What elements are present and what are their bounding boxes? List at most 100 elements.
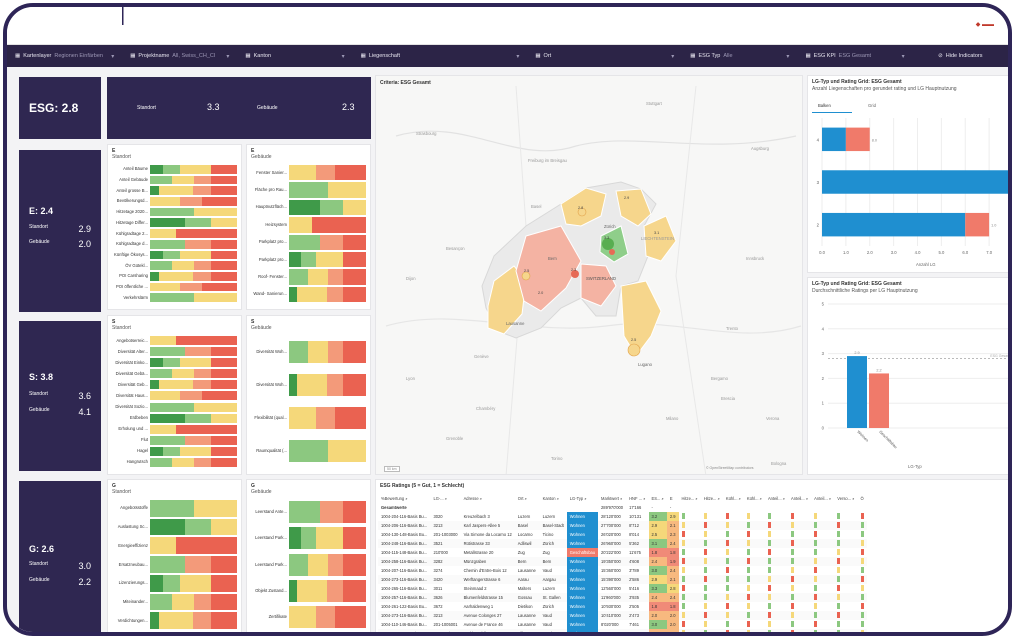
stacked-bar[interactable] <box>150 271 237 281</box>
stacked-bar[interactable] <box>289 340 366 363</box>
stacked-bar[interactable] <box>289 165 366 181</box>
column-header[interactable]: Anteil... ⌕ <box>788 494 811 503</box>
stacked-bar[interactable] <box>289 407 366 430</box>
stacked-bar[interactable] <box>150 537 237 555</box>
stacked-bar[interactable] <box>289 251 366 268</box>
stacked-bar[interactable] <box>150 347 237 357</box>
table-row[interactable]: 1004-273-116-Basis Bu... 3213 Avenue Colon… <box>378 611 867 620</box>
column-header[interactable]: %Bewertung ⌕ <box>378 494 430 503</box>
table-row[interactable]: 1004-206-116-Basis Bu... 3213 Karl Jaspers… <box>378 521 867 530</box>
column-header[interactable]: Ort ⌕ <box>515 494 540 503</box>
stacked-bar[interactable] <box>150 593 237 611</box>
table-row[interactable]: 1004-204-116-Basis Bu... 3020 Kreuzelbach … <box>378 512 867 521</box>
column-header[interactable]: E <box>667 494 679 503</box>
stacked-bar[interactable] <box>289 373 366 396</box>
filter-liegenschaft[interactable]: ▦ Liegenschaft ▾ <box>353 53 528 60</box>
stacked-bar[interactable] <box>289 501 366 524</box>
stacked-bar[interactable] <box>150 358 237 368</box>
column-header[interactable]: Hitze... ⌕ <box>679 494 701 503</box>
stacked-bar[interactable] <box>150 380 237 390</box>
stacked-bar[interactable] <box>289 217 366 233</box>
column-header[interactable]: LG-... ⌕ <box>430 494 460 503</box>
bar-segment <box>180 446 211 456</box>
table-cell: Wohnen <box>566 521 599 530</box>
table-row[interactable]: 1004-110-146-Basis Bu... 201-1005001 Avenu… <box>378 620 867 629</box>
stacked-bar[interactable] <box>150 250 237 260</box>
panel-row-label: Angebotsstoffe <box>120 505 148 511</box>
stacked-bar[interactable] <box>150 165 237 174</box>
stacked-bar[interactable] <box>150 218 237 228</box>
map-panel[interactable]: Criteria: ESG Gesamt Freiburg im Breisga… <box>375 75 803 475</box>
stacked-bar[interactable] <box>289 286 366 302</box>
table-row[interactable]: 1004-115-148-Basis Bu... 210'000 Metallstr… <box>378 548 867 557</box>
stacked-bar[interactable] <box>150 175 237 185</box>
stacked-bar[interactable] <box>150 369 237 379</box>
stacked-bar[interactable] <box>150 435 237 445</box>
bar-segment <box>176 424 237 434</box>
column-header[interactable]: Kühl... ⌕ <box>744 494 765 503</box>
column-header[interactable]: Adresse ⌕ <box>461 494 515 503</box>
filter-kartenlayer[interactable]: ▦ Kartenlayer Regionen Einfärben ▾ <box>7 53 122 60</box>
table-row[interactable]: 1004-130-148-Basis Bu... 201-1003000 Via S… <box>378 530 867 539</box>
stacked-bar[interactable] <box>150 336 237 346</box>
stacked-bar[interactable] <box>150 239 237 249</box>
column-header[interactable]: Hitze... ⌕ <box>701 494 723 503</box>
stacked-bar[interactable] <box>150 413 237 423</box>
stacked-bar[interactable] <box>289 605 366 628</box>
column-header[interactable]: Ö <box>858 494 867 503</box>
table-row[interactable]: 1004-273-116-Basis Bu... 3420 Werftangerst… <box>378 575 867 584</box>
column-header[interactable]: HNF ... ⌕ <box>626 494 648 503</box>
stacked-bar[interactable] <box>150 197 237 206</box>
stacked-bar[interactable] <box>289 579 366 602</box>
table-row[interactable]: 1004-207-116-Basis Bu... 3274 Chemin d'Ent… <box>378 566 867 575</box>
column-header[interactable]: Marktwert ⌕ <box>598 494 626 503</box>
table-row[interactable]: 1004-248-116-Basis Bu... 3521 Rütistrasse … <box>378 539 867 548</box>
stacked-bar[interactable] <box>150 261 237 270</box>
stacked-bar[interactable] <box>150 282 237 292</box>
stacked-bar[interactable] <box>150 518 237 536</box>
table-cell: 2'468 <box>629 631 639 636</box>
filter-esg-typ[interactable]: ▦ ESG Typ Alle ▾ <box>682 53 797 60</box>
hide-indicators-button[interactable]: ⊘ Hide Indicators <box>913 53 1008 59</box>
table-row[interactable]: 1004-252-121-Basis Bu... 33398-Vitr... Sta… <box>378 629 867 636</box>
stacked-bar[interactable] <box>150 402 237 412</box>
column-header[interactable]: Kühl... ⌕ <box>723 494 744 503</box>
stacked-bar[interactable] <box>150 207 237 217</box>
stacked-bar[interactable] <box>150 229 237 238</box>
column-header[interactable]: Anteil... ⌕ <box>765 494 788 503</box>
table-row[interactable]: 1004-265-116-Basis Bu... 3011 Steinmaad 2 M… <box>378 584 867 593</box>
filter-kanton[interactable]: ▦ Kanton ▾ <box>237 53 352 60</box>
indicator-cell <box>834 620 857 629</box>
table-row[interactable]: 1004-257-116-Basis Bu... 3626 Blumenfeldst… <box>378 593 867 602</box>
table-row[interactable]: 1004-261-122-Basis Bu... 3672 Aarhaldenweg… <box>378 602 867 611</box>
stacked-bar[interactable] <box>150 556 237 573</box>
column-header[interactable]: LG-Typ ⌕ <box>567 494 598 503</box>
stacked-bar[interactable] <box>150 293 237 302</box>
stacked-bar[interactable] <box>289 234 366 250</box>
stacked-bar[interactable] <box>150 457 237 467</box>
column-header[interactable]: Verso... ⌕ <box>834 494 857 503</box>
column-header[interactable]: Anteil... ⌕ <box>811 494 834 503</box>
stacked-bar[interactable] <box>150 612 237 629</box>
filter-ort[interactable]: ▦ Ort ▾ <box>527 53 682 60</box>
column-header[interactable]: Kanton ⌕ <box>540 494 567 503</box>
table-cell: 2.0 <box>648 611 667 620</box>
column-header[interactable]: ES... ⌕ <box>649 494 667 503</box>
table-cell: 26'960'000 <box>601 541 621 546</box>
stacked-bar[interactable] <box>289 269 366 285</box>
stacked-bar[interactable] <box>150 574 237 592</box>
table-row[interactable]: 1004-258-116-Basis Bu... 3282 Münzgraben Be… <box>378 557 867 566</box>
stacked-bar[interactable] <box>150 446 237 456</box>
stacked-bar[interactable] <box>289 527 366 550</box>
stacked-bar[interactable] <box>289 553 366 576</box>
stacked-bar[interactable] <box>150 186 237 196</box>
stacked-bar[interactable] <box>150 391 237 401</box>
stacked-bar[interactable] <box>150 500 237 517</box>
stacked-bar[interactable] <box>289 440 366 463</box>
stacked-bar[interactable] <box>289 199 366 216</box>
filter-esg-kpi[interactable]: ▦ ESG KPI ESG Gesamt ▾ <box>797 53 912 60</box>
filter-projektname[interactable]: ▦ Projektname All, Swiss_CH_CI ▾ <box>122 53 237 60</box>
bar-segment <box>150 446 164 456</box>
stacked-bar[interactable] <box>150 424 237 434</box>
stacked-bar[interactable] <box>289 182 366 198</box>
